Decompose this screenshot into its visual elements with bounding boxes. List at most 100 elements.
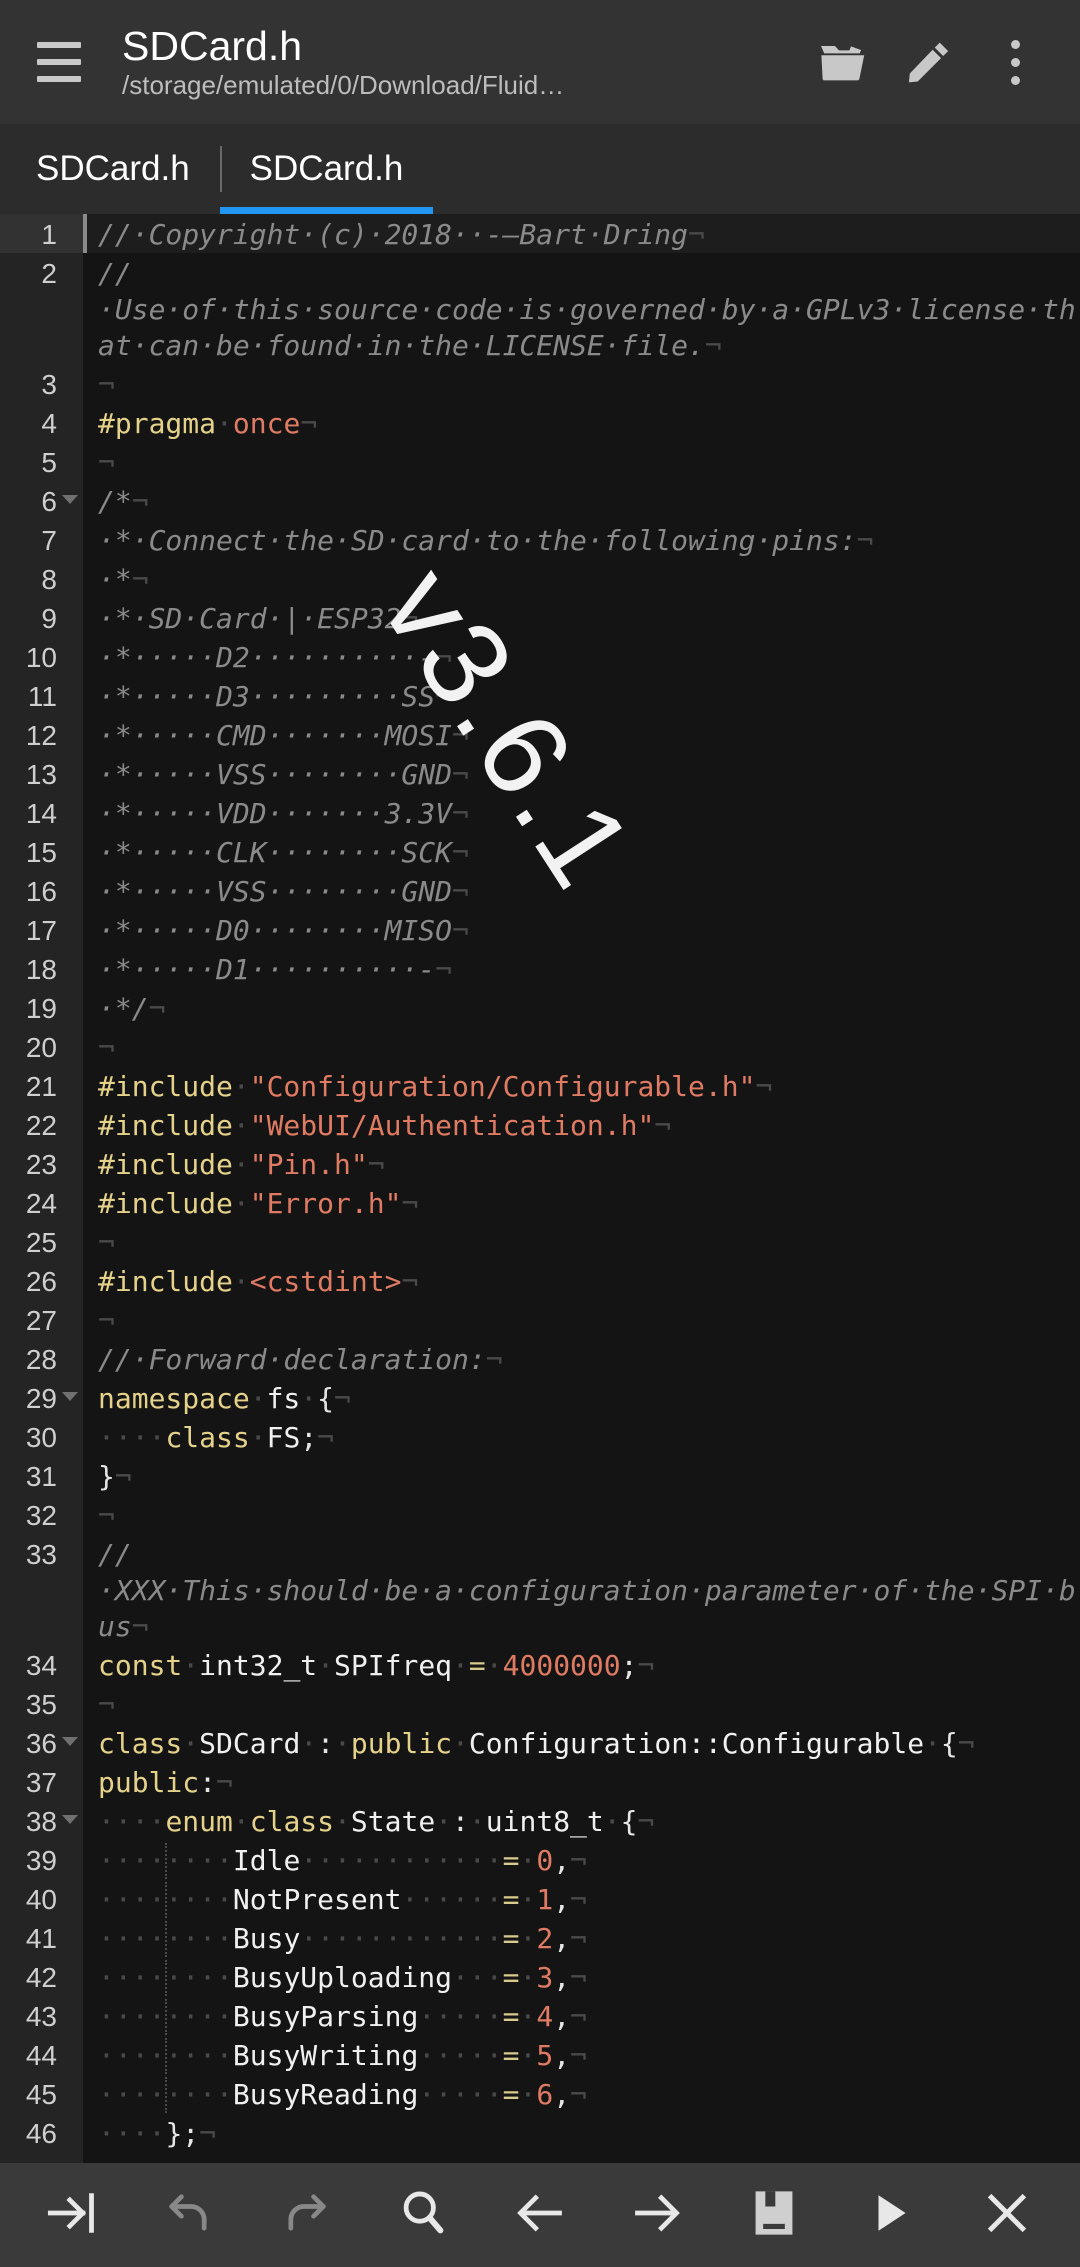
code-line[interactable]: 9 ·*·SD·Card·|·ESP32¬ — [0, 598, 1080, 637]
code-line[interactable]: 17 ·*·····D0········MISO¬ — [0, 910, 1080, 949]
chevron-down-icon[interactable] — [62, 1392, 78, 1401]
code-line-content[interactable]: ·*/¬ — [83, 988, 1080, 1027]
edit-button[interactable] — [886, 19, 972, 105]
code-line[interactable]: 47 ¬ — [0, 2152, 1080, 2163]
code-line-content[interactable]: ·*·····VDD·······3.3V¬ — [83, 793, 1080, 832]
code-line-content[interactable]: #include·"Error.h"¬ — [83, 1183, 1080, 1222]
code-line-content[interactable]: ¬ — [83, 1027, 1080, 1066]
code-line-content[interactable]: ·*·····CMD·······MOSI¬ — [83, 715, 1080, 754]
code-line[interactable]: 35 ¬ — [0, 1684, 1080, 1723]
code-line-content[interactable]: //·Use·of·this·source·code·is·governed·b… — [83, 253, 1080, 364]
code-line[interactable]: 11 ·*·····D3·········SS¬ — [0, 676, 1080, 715]
code-line[interactable]: 23 #include·"Pin.h"¬ — [0, 1144, 1080, 1183]
code-line-content[interactable]: ········Busy············=·2,¬ — [83, 1918, 1080, 1957]
indent-button[interactable] — [26, 2169, 118, 2261]
code-line[interactable]: 18 ·*·····D1··········-¬ — [0, 949, 1080, 988]
code-line-content[interactable]: ·*·····D3·········SS¬ — [83, 676, 1080, 715]
code-line[interactable]: 22 #include·"WebUI/Authentication.h"¬ — [0, 1105, 1080, 1144]
code-line[interactable]: 3 ¬ — [0, 364, 1080, 403]
code-line[interactable]: 45 ········BusyReading·····=·6,¬ — [0, 2074, 1080, 2113]
code-line[interactable]: 34 const·int32_t·SPIfreq·=·4000000;¬ — [0, 1645, 1080, 1684]
code-line-content[interactable]: ·*·····D1··········-¬ — [83, 949, 1080, 988]
code-line-content[interactable]: #include·"Configuration/Configurable.h"¬ — [83, 1066, 1080, 1105]
code-line-content[interactable]: ¬ — [83, 364, 1080, 403]
code-line[interactable]: 24 #include·"Error.h"¬ — [0, 1183, 1080, 1222]
code-line[interactable]: 37 public:¬ — [0, 1762, 1080, 1801]
code-line[interactable]: 40 ········NotPresent······=·1,¬ — [0, 1879, 1080, 1918]
code-line[interactable]: 42 ········BusyUploading···=·3,¬ — [0, 1957, 1080, 1996]
code-line-content[interactable]: #pragma·once¬ — [83, 403, 1080, 442]
code-line[interactable]: 19 ·*/¬ — [0, 988, 1080, 1027]
code-line-content[interactable]: ·*¬ — [83, 559, 1080, 598]
undo-button[interactable] — [143, 2169, 235, 2261]
code-line[interactable]: 13 ·*·····VSS········GND¬ — [0, 754, 1080, 793]
code-line[interactable]: 7 ·*·Connect·the·SD·card·to·the·following… — [0, 520, 1080, 559]
code-line[interactable]: 2 //·Use·of·this·source·code·is·governed·… — [0, 253, 1080, 364]
code-line-content[interactable]: //·Forward·declaration:¬ — [83, 1339, 1080, 1378]
code-line-content[interactable]: public:¬ — [83, 1762, 1080, 1801]
code-line-content[interactable]: ¬ — [83, 2152, 1080, 2163]
save-button[interactable] — [728, 2169, 820, 2261]
forward-button[interactable] — [611, 2169, 703, 2261]
back-button[interactable] — [494, 2169, 586, 2261]
code-line[interactable]: 43 ········BusyParsing·····=·4,¬ — [0, 1996, 1080, 2035]
code-line-content[interactable]: class·SDCard·:·public·Configuration::Con… — [83, 1723, 1080, 1762]
code-line-content[interactable]: ·*·····CLK········SCK¬ — [83, 832, 1080, 871]
code-line[interactable]: 39 ········Idle············=·0,¬ — [0, 1840, 1080, 1879]
code-line[interactable]: 41 ········Busy············=·2,¬ — [0, 1918, 1080, 1957]
code-line[interactable]: 5 ¬ — [0, 442, 1080, 481]
close-button[interactable] — [961, 2169, 1053, 2261]
code-rows[interactable]: 1//·Copyright·(c)·2018··-—Bart·Dring¬ 2//… — [0, 214, 1080, 2163]
code-line-content[interactable]: #include·"Pin.h"¬ — [83, 1144, 1080, 1183]
code-line[interactable]: 1//·Copyright·(c)·2018··-—Bart·Dring¬ — [0, 214, 1080, 253]
code-line[interactable]: 10 ·*·····D2··········-¬ — [0, 637, 1080, 676]
code-line[interactable]: 21 #include·"Configuration/Configurable.h… — [0, 1066, 1080, 1105]
code-line[interactable]: 25 ¬ — [0, 1222, 1080, 1261]
code-line-content[interactable]: ········BusyParsing·····=·4,¬ — [83, 1996, 1080, 2035]
code-line[interactable]: 4 #pragma·once¬ — [0, 403, 1080, 442]
code-line-content[interactable]: ·*·····D0········MISO¬ — [83, 910, 1080, 949]
code-line[interactable]: 30 ····class·FS;¬ — [0, 1417, 1080, 1456]
code-editor[interactable]: 1//·Copyright·(c)·2018··-—Bart·Dring¬ 2//… — [0, 214, 1080, 2163]
code-line-content[interactable]: const·int32_t·SPIfreq·=·4000000;¬ — [83, 1645, 1080, 1684]
search-button[interactable] — [377, 2169, 469, 2261]
code-line-content[interactable]: ¬ — [83, 1495, 1080, 1534]
code-line[interactable]: 36 class·SDCard·:·public·Configuration::C… — [0, 1723, 1080, 1762]
code-line[interactable]: 33 //·XXX·This·should·be·a·configuration·… — [0, 1534, 1080, 1645]
code-line-content[interactable]: ¬ — [83, 1684, 1080, 1723]
code-line-content[interactable]: ········Idle············=·0,¬ — [83, 1840, 1080, 1879]
chevron-down-icon[interactable] — [62, 495, 78, 504]
code-line[interactable]: 15 ·*·····CLK········SCK¬ — [0, 832, 1080, 871]
code-line[interactable]: 28 //·Forward·declaration:¬ — [0, 1339, 1080, 1378]
code-line[interactable]: 31}¬ — [0, 1456, 1080, 1495]
code-line-content[interactable]: ¬ — [83, 442, 1080, 481]
code-line-content[interactable]: ····};¬ — [83, 2113, 1080, 2152]
code-line-content[interactable]: #include·<cstdint>¬ — [83, 1261, 1080, 1300]
code-line[interactable]: 29 namespace·fs·{¬ — [0, 1378, 1080, 1417]
code-line[interactable]: 32 ¬ — [0, 1495, 1080, 1534]
tab-sdcard-h-1[interactable]: SDCard.h — [6, 124, 220, 214]
code-line[interactable]: 20 ¬ — [0, 1027, 1080, 1066]
code-line-content[interactable]: ·*·····VSS········GND¬ — [83, 871, 1080, 910]
code-line-content[interactable]: ····enum·class·State·:·uint8_t·{¬ — [83, 1801, 1080, 1840]
code-line-content[interactable]: }¬ — [83, 1456, 1080, 1495]
code-line-content[interactable]: #include·"WebUI/Authentication.h"¬ — [83, 1105, 1080, 1144]
code-line[interactable]: 46 ····};¬ — [0, 2113, 1080, 2152]
code-line[interactable]: 27 ¬ — [0, 1300, 1080, 1339]
code-line-content[interactable]: namespace·fs·{¬ — [83, 1378, 1080, 1417]
code-line[interactable]: 44 ········BusyWriting·····=·5,¬ — [0, 2035, 1080, 2074]
code-line[interactable]: 12 ·*·····CMD·······MOSI¬ — [0, 715, 1080, 754]
code-line-content[interactable]: ········NotPresent······=·1,¬ — [83, 1879, 1080, 1918]
code-line-content[interactable]: //·XXX·This·should·be·a·configuration·pa… — [83, 1534, 1080, 1645]
code-line-content[interactable]: ········BusyWriting·····=·5,¬ — [83, 2035, 1080, 2074]
code-line[interactable]: 6/*¬ — [0, 481, 1080, 520]
code-line[interactable]: 26 #include·<cstdint>¬ — [0, 1261, 1080, 1300]
code-line-content[interactable]: ·*·····D2··········-¬ — [83, 637, 1080, 676]
code-line-content[interactable]: ¬ — [83, 1222, 1080, 1261]
hamburger-menu-icon[interactable] — [26, 29, 92, 95]
code-line-content[interactable]: //·Copyright·(c)·2018··-—Bart·Dring¬ — [83, 214, 1080, 253]
redo-button[interactable] — [260, 2169, 352, 2261]
code-line-content[interactable]: ········BusyReading·····=·6,¬ — [83, 2074, 1080, 2113]
chevron-down-icon[interactable] — [62, 1737, 78, 1746]
code-line[interactable]: 38 ····enum·class·State·:·uint8_t·{¬ — [0, 1801, 1080, 1840]
